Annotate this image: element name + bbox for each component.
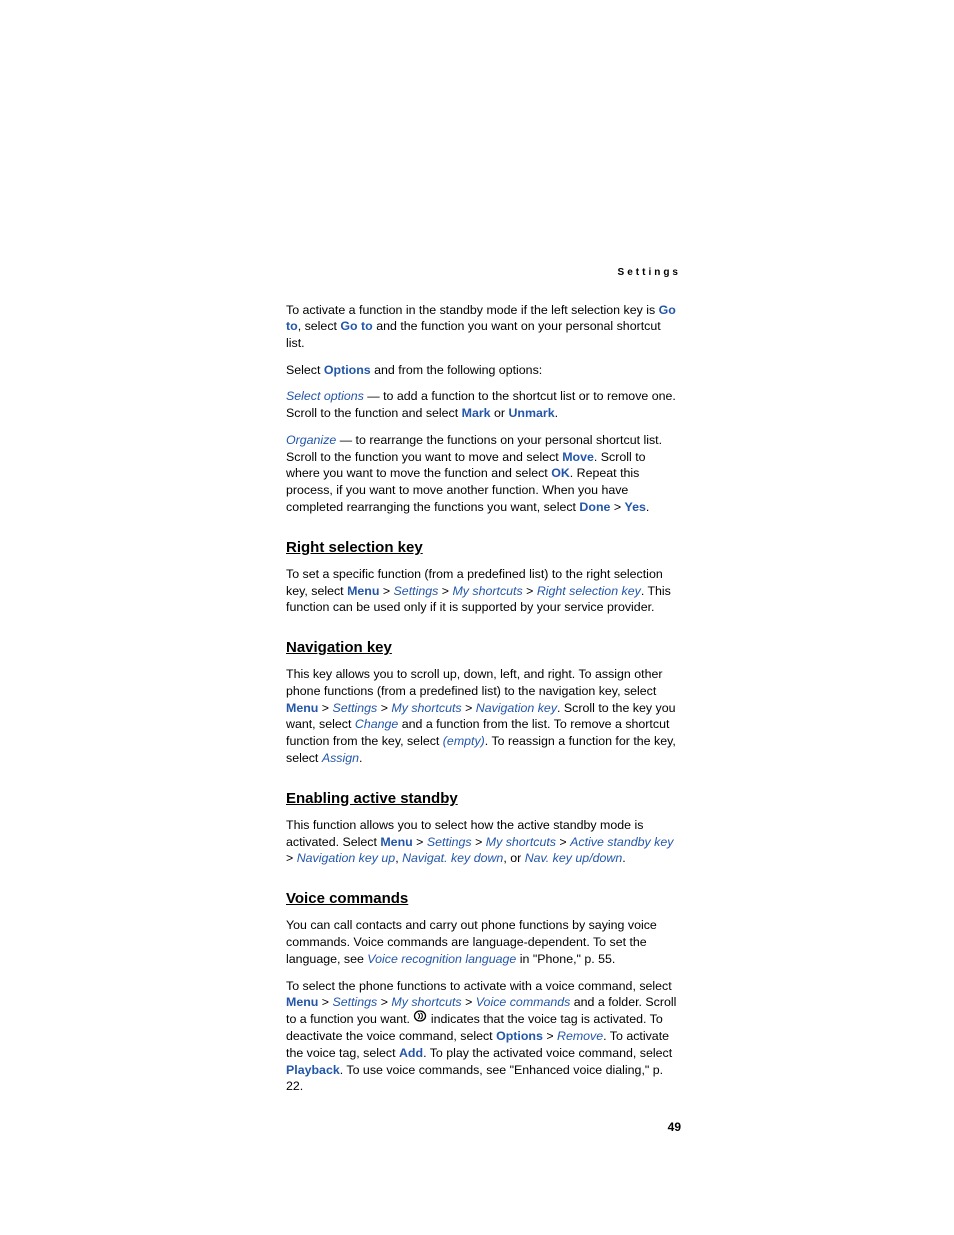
text: > <box>462 995 476 1009</box>
text: in "Phone," p. 55. <box>516 952 615 966</box>
text: . To play the activated voice command, s… <box>423 1046 672 1060</box>
link-menu: Menu <box>286 701 318 715</box>
link-ok: OK <box>551 466 570 480</box>
page-number: 49 <box>286 1119 681 1135</box>
text: > <box>379 584 393 598</box>
link-navigation-key: Navigation key <box>476 701 557 715</box>
text: > <box>438 584 452 598</box>
link-add: Add <box>399 1046 423 1060</box>
link-unmark: Unmark <box>508 406 554 420</box>
link-my-shortcuts: My shortcuts <box>391 995 461 1009</box>
text: To activate a function in the standby mo… <box>286 303 659 317</box>
link-go-to: Go to <box>340 319 372 333</box>
link-navigation-key-up: Navigation key up <box>297 851 396 865</box>
link-done: Done <box>579 500 610 514</box>
text: > <box>377 995 391 1009</box>
link-my-shortcuts: My shortcuts <box>452 584 522 598</box>
text: This key allows you to scroll up, down, … <box>286 667 663 698</box>
link-right-selection-key: Right selection key <box>537 584 641 598</box>
text: > <box>472 835 486 849</box>
text: > <box>377 701 391 715</box>
text: > <box>318 701 332 715</box>
link-empty: (empty) <box>443 734 485 748</box>
link-menu: Menu <box>286 995 318 1009</box>
heading-right-selection-key: Right selection key <box>286 538 681 558</box>
text: > <box>318 995 332 1009</box>
link-settings: Settings <box>394 584 439 598</box>
link-my-shortcuts: My shortcuts <box>391 701 461 715</box>
link-options: Options <box>324 363 371 377</box>
text: Select <box>286 363 324 377</box>
heading-navigation-key: Navigation key <box>286 638 681 658</box>
text: > <box>413 835 427 849</box>
text: and from the following options: <box>371 363 543 377</box>
voice-tag-icon <box>413 1010 427 1027</box>
link-change: Change <box>355 717 398 731</box>
link-voice-commands: Voice commands <box>476 995 571 1009</box>
text: > <box>556 835 570 849</box>
manual-page: Settings To activate a function in the s… <box>0 0 954 1195</box>
para-right-selection-key: To set a specific function (from a prede… <box>286 566 681 616</box>
text: . <box>646 500 649 514</box>
text: . To use voice commands, see "Enhanced v… <box>286 1063 663 1094</box>
para-voice-commands-usage: To select the phone functions to activat… <box>286 978 681 1095</box>
text: , or <box>503 851 524 865</box>
para-navigation-key: This key allows you to scroll up, down, … <box>286 666 681 766</box>
link-move: Move <box>562 450 594 464</box>
page-header-section: Settings <box>286 266 681 280</box>
link-options: Options <box>496 1029 543 1043</box>
text: To select the phone functions to activat… <box>286 979 672 993</box>
text: > <box>523 584 537 598</box>
text: , select <box>298 319 341 333</box>
link-mark: Mark <box>462 406 491 420</box>
link-menu: Menu <box>380 835 412 849</box>
link-nav-key-up-down: Nav. key up/down <box>525 851 623 865</box>
link-yes: Yes <box>625 500 646 514</box>
link-select-options: Select options <box>286 389 364 403</box>
link-menu: Menu <box>347 584 379 598</box>
link-navigat-key-down: Navigat. key down <box>402 851 503 865</box>
text: or <box>491 406 509 420</box>
text: > <box>286 851 297 865</box>
para-select-options-desc: Select options — to add a function to th… <box>286 388 681 421</box>
text: . <box>555 406 558 420</box>
para-organize: Organize — to rearrange the functions on… <box>286 432 681 516</box>
link-playback: Playback <box>286 1063 340 1077</box>
text: > <box>462 701 476 715</box>
link-voice-recognition-language: Voice recognition language <box>367 952 516 966</box>
text: > <box>610 500 624 514</box>
para-voice-commands-intro: You can call contacts and carry out phon… <box>286 917 681 967</box>
heading-enabling-active-standby: Enabling active standby <box>286 789 681 809</box>
para-select-options: Select Options and from the following op… <box>286 362 681 379</box>
link-my-shortcuts: My shortcuts <box>486 835 556 849</box>
link-settings: Settings <box>332 995 377 1009</box>
link-remove: Remove <box>557 1029 603 1043</box>
link-settings: Settings <box>427 835 472 849</box>
para-activate-function: To activate a function in the standby mo… <box>286 302 681 352</box>
link-settings: Settings <box>332 701 377 715</box>
text: > <box>543 1029 557 1043</box>
para-enabling-active-standby: This function allows you to select how t… <box>286 817 681 867</box>
heading-voice-commands: Voice commands <box>286 889 681 909</box>
text: . <box>622 851 625 865</box>
text: . <box>359 751 362 765</box>
link-organize: Organize <box>286 433 336 447</box>
link-assign: Assign <box>322 751 359 765</box>
link-active-standby-key: Active standby key <box>570 835 673 849</box>
